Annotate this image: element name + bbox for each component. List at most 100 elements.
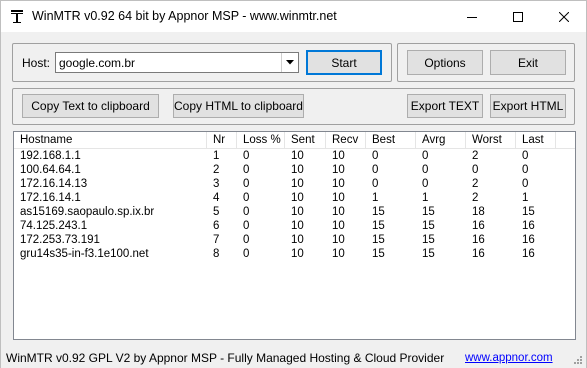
table-cell: 10 [291,164,304,176]
table-cell: 0 [522,178,529,190]
options-button[interactable]: Options [407,50,483,75]
table-cell: 0 [372,164,379,176]
column-header-worst[interactable]: Worst [466,132,516,149]
column-header-best[interactable]: Best [366,132,416,149]
table-row[interactable]: 172.16.14.1 4 0 10 10 1 1 2 1 [14,192,575,206]
resize-grip-icon[interactable] [571,353,583,365]
table-cell: 16 [472,234,485,246]
table-cell: 0 [472,164,479,176]
table-cell: 3 [213,178,220,190]
table-cell: 0 [522,164,529,176]
table-row[interactable]: 172.16.14.13 3 0 10 10 0 0 2 0 [14,178,575,192]
table-cell: 16 [472,220,485,232]
table-cell: 16 [522,248,535,260]
table-cell: 1 [213,150,220,162]
host-combobox[interactable]: google.com.br [55,52,299,73]
status-bar: WinMTR v0.92 GPL V2 by Appnor MSP - Full… [1,347,586,368]
table-row[interactable]: 100.64.64.1 2 0 10 10 0 0 0 0 [14,164,575,178]
table-cell: 0 [243,220,250,232]
table-cell: 172.16.14.1 [20,192,81,204]
close-button[interactable] [541,1,587,32]
table-cell: 0 [243,248,250,260]
table-cell: 1 [522,192,529,204]
table-cell: 0 [422,150,429,162]
host-input[interactable]: google.com.br [59,56,135,70]
table-cell: as15169.saopaulo.sp.ix.br [20,206,155,218]
table-cell: 15 [522,206,535,218]
minimize-icon [467,16,477,18]
column-header-recv[interactable]: Recv [326,132,366,149]
table-cell: 0 [243,178,250,190]
table-cell: 16 [472,248,485,260]
table-cell: 172.16.14.13 [20,178,88,190]
host-label: Host: [22,56,51,70]
table-cell: 10 [332,164,345,176]
column-header-avrg[interactable]: Avrg [416,132,466,149]
table-cell: 0 [243,206,250,218]
table-cell: 10 [332,234,345,246]
column-header-hostname[interactable]: Hostname [14,132,207,149]
table-cell: 15 [372,220,385,232]
table-row[interactable]: 74.125.243.1 6 0 10 10 15 15 16 16 [14,220,575,234]
table-cell: 15 [372,234,385,246]
maximize-icon [513,11,523,22]
export-html-button[interactable]: Export HTML [490,94,566,118]
table-cell: 10 [291,220,304,232]
table-cell: 16 [522,220,535,232]
table-cell: 7 [213,234,220,246]
table-cell: 5 [213,206,220,218]
export-text-button[interactable]: Export TEXT [407,94,483,118]
table-cell: 0 [422,164,429,176]
winmtr-window: WinMTR v0.92 64 bit by Appnor MSP - www.… [0,0,587,368]
table-cell: 15 [422,220,435,232]
maximize-button[interactable] [495,1,541,32]
start-button[interactable]: Start [306,50,382,75]
table-cell: 10 [291,192,304,204]
table-cell: 10 [332,248,345,260]
table-cell: 10 [291,248,304,260]
table-cell: 8 [213,248,220,260]
table-cell: 2 [472,192,479,204]
table-cell: 15 [372,248,385,260]
column-header-sent[interactable]: Sent [285,132,326,149]
table-header: Hostname Nr Loss % Sent Recv Best Avrg W… [14,132,575,149]
table-cell: 10 [332,178,345,190]
table-cell: 100.64.64.1 [20,164,81,176]
table-row[interactable]: 172.253.73.191 7 0 10 10 15 15 16 16 [14,234,575,248]
table-cell: 15 [372,206,385,218]
copy-text-button[interactable]: Copy Text to clipboard [22,94,159,118]
minimize-button[interactable] [449,1,495,32]
column-header-last[interactable]: Last [516,132,556,149]
table-cell: 18 [472,206,485,218]
table-cell: 74.125.243.1 [20,220,88,232]
table-row[interactable]: as15169.saopaulo.sp.ix.br 5 0 10 10 15 15 18 15 [14,206,575,220]
table-row[interactable]: gru14s35-in-f3.1e100.net 8 0 10 10 15 15 16 16 [14,248,575,262]
column-header-nr[interactable]: Nr [207,132,237,149]
trace-results-table[interactable]: Hostname Nr Loss % Sent Recv Best Avrg W… [13,131,576,340]
table-cell: 10 [332,220,345,232]
table-cell: 192.168.1.1 [20,150,81,162]
copy-html-button[interactable]: Copy HTML to clipboard [173,94,304,118]
exit-button[interactable]: Exit [490,50,566,75]
host-dropdown-button[interactable] [281,53,298,72]
title-bar[interactable]: WinMTR v0.92 64 bit by Appnor MSP - www.… [1,1,586,32]
table-cell: 1 [422,192,429,204]
table-cell: 15 [422,234,435,246]
table-row[interactable]: 192.168.1.1 1 0 10 10 0 0 2 0 [14,150,575,164]
table-cell: 10 [291,178,304,190]
table-cell: 0 [372,150,379,162]
close-icon [559,11,569,22]
table-cell: 0 [243,150,250,162]
table-cell: 16 [522,234,535,246]
appnor-link[interactable]: www.appnor.com [465,352,553,364]
table-cell: 10 [332,192,345,204]
table-cell: 0 [243,164,250,176]
table-cell: 0 [243,192,250,204]
table-cell: 0 [243,234,250,246]
column-header-loss[interactable]: Loss % [237,132,285,149]
table-cell: 10 [332,150,345,162]
table-cell: 10 [291,150,304,162]
table-cell: 4 [213,192,220,204]
table-cell: 1 [372,192,379,204]
table-cell: 0 [372,178,379,190]
